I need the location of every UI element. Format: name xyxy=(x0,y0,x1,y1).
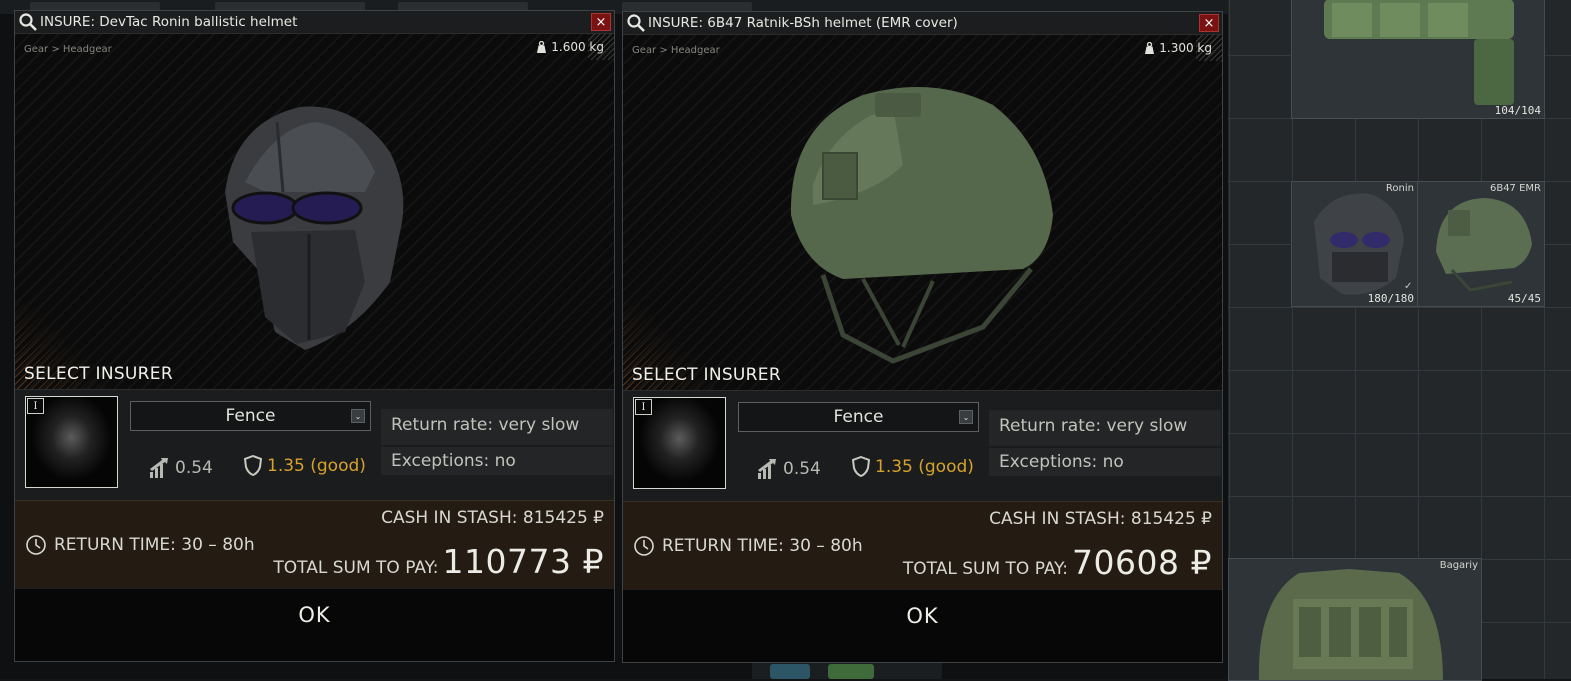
rig-image xyxy=(1324,0,1514,105)
shield-icon xyxy=(244,455,262,476)
insurer-dropdown[interactable]: Fence ⌄ xyxy=(738,402,979,432)
payment-panel: RETURN TIME: 30 – 80h CASH IN STASH: 815… xyxy=(623,501,1222,589)
stash-item-ronin[interactable]: Ronin ✓ 180/180 xyxy=(1291,181,1418,307)
close-icon: × xyxy=(1203,16,1215,31)
insurer-selected-value: Fence xyxy=(833,407,884,427)
insurer-panel: I Fence ⌄ 0.54 1.35 (good) Return rate: … xyxy=(623,390,1222,501)
window-titlebar[interactable]: INSURE: DevTac Ronin ballistic helmet × xyxy=(15,11,614,34)
item-weight: 1.600 kg xyxy=(536,40,604,54)
close-button[interactable]: × xyxy=(1199,14,1219,32)
breadcrumb: Gear > Headgear xyxy=(24,44,112,55)
ok-button[interactable]: OK xyxy=(623,589,1222,642)
chevron-down-icon: ⌄ xyxy=(959,410,973,424)
return-time-value: RETURN TIME: 30 – 80h xyxy=(662,536,863,556)
insure-window-ronin[interactable]: INSURE: DevTac Ronin ballistic helmet × … xyxy=(14,10,615,662)
ok-button[interactable]: OK xyxy=(15,588,614,641)
total-sum: TOTAL SUM TO PAY: 70608 ₽ xyxy=(903,543,1212,582)
stash-item-6b47[interactable]: 6B47 EMR 45/45 xyxy=(1417,181,1545,307)
payment-panel: RETURN TIME: 30 – 80h CASH IN STASH: 815… xyxy=(15,500,614,588)
item-thumbnail xyxy=(770,664,810,679)
insurer-standing: 1.35 (good) xyxy=(852,456,974,477)
ronin-helmet-image xyxy=(225,106,404,350)
return-time: RETURN TIME: 30 – 80h xyxy=(633,535,863,557)
insurer-portrait: I xyxy=(25,396,118,488)
insurer-panel: I Fence ⌄ 0.54 1.35 (good) Return rate: … xyxy=(15,389,614,500)
ronin-helmet-thumbnail xyxy=(1314,193,1404,295)
weight-icon xyxy=(1145,41,1155,54)
rating-icon xyxy=(758,459,776,479)
clock-icon xyxy=(26,535,46,555)
rating-value: 0.54 xyxy=(175,458,213,478)
insured-check-icon: ✓ xyxy=(1404,281,1413,292)
weight-icon xyxy=(537,40,547,53)
item-durability: 45/45 xyxy=(1507,292,1541,305)
stash-item-rig[interactable]: 104/104 xyxy=(1291,0,1545,119)
stash-grid[interactable]: 104/104 Ronin ✓ 180/180 6B47 EMR 45/45 B… xyxy=(1228,0,1571,681)
weight-value: 1.600 kg xyxy=(551,40,604,54)
item-weight: 1.300 kg xyxy=(1144,41,1212,55)
total-sum-amount: 70608 ₽ xyxy=(1072,543,1212,582)
return-rate: Return rate: very slow xyxy=(381,409,613,445)
clock-icon xyxy=(634,536,654,556)
search-icon xyxy=(627,14,645,32)
weight-value: 1.300 kg xyxy=(1159,41,1212,55)
item-short-name: Ronin xyxy=(1385,183,1414,194)
cash-in-stash: CASH IN STASH: 815425 ₽ xyxy=(381,508,604,528)
6b47-helmet-thumbnail xyxy=(1436,198,1532,292)
bagariy-armor-thumbnail xyxy=(1258,569,1443,680)
close-button[interactable]: × xyxy=(591,13,611,31)
insurer-portrait: I xyxy=(633,397,726,489)
insurer-rating: 0.54 xyxy=(756,458,821,480)
standing-value: 1.35 (good) xyxy=(875,456,974,477)
window-title: INSURE: 6B47 Ratnik-BSh helmet (EMR cove… xyxy=(648,15,958,31)
item-preview: Gear > Headgear 1.600 kg SELECT INSURER xyxy=(15,34,614,389)
stash-item-bagariy[interactable]: Bagariy xyxy=(1228,558,1482,681)
search-icon xyxy=(19,13,37,31)
bottom-item-thumbnails xyxy=(752,662,942,679)
rating-icon xyxy=(150,458,168,478)
insurer-rating: 0.54 xyxy=(148,457,213,479)
chevron-down-icon: ⌄ xyxy=(351,409,365,423)
select-insurer-heading: SELECT INSURER xyxy=(632,365,781,385)
select-insurer-heading: SELECT INSURER xyxy=(24,364,173,384)
item-durability: 104/104 xyxy=(1494,104,1541,117)
breadcrumb: Gear > Headgear xyxy=(632,45,720,56)
window-title: INSURE: DevTac Ronin ballistic helmet xyxy=(40,14,298,30)
item-short-name: 6B47 EMR xyxy=(1489,183,1541,194)
total-sum-label: TOTAL SUM TO PAY: xyxy=(273,558,439,578)
total-sum-amount: 110773 ₽ xyxy=(442,542,604,581)
standing-value: 1.35 (good) xyxy=(267,455,366,476)
trader-level-badge: I xyxy=(27,398,44,414)
shield-icon xyxy=(852,456,870,477)
item-thumbnail xyxy=(828,664,874,679)
return-rate: Return rate: very slow xyxy=(989,410,1221,446)
total-sum-label: TOTAL SUM TO PAY: xyxy=(902,559,1069,579)
window-titlebar[interactable]: INSURE: 6B47 Ratnik-BSh helmet (EMR cove… xyxy=(623,12,1222,35)
return-time: RETURN TIME: 30 – 80h xyxy=(25,534,255,556)
return-time-value: RETURN TIME: 30 – 80h xyxy=(54,535,255,555)
trader-level-badge: I xyxy=(635,399,652,415)
insurer-selected-value: Fence xyxy=(225,406,276,426)
rating-value: 0.54 xyxy=(783,459,821,479)
insurer-dropdown[interactable]: Fence ⌄ xyxy=(130,401,371,431)
item-durability: 180/180 xyxy=(1367,292,1414,305)
close-icon: × xyxy=(595,15,607,30)
total-sum: TOTAL SUM TO PAY: 110773 ₽ xyxy=(273,542,604,581)
insurer-standing: 1.35 (good) xyxy=(244,455,366,476)
exceptions: Exceptions: no xyxy=(989,448,1221,476)
6b47-helmet-image xyxy=(790,87,1053,364)
item-short-name: Bagariy xyxy=(1439,560,1478,571)
cash-in-stash: CASH IN STASH: 815425 ₽ xyxy=(989,509,1212,529)
insure-window-6b47[interactable]: INSURE: 6B47 Ratnik-BSh helmet (EMR cove… xyxy=(622,11,1223,663)
exceptions: Exceptions: no xyxy=(381,447,613,475)
item-preview: Gear > Headgear 1.300 kg SELECT INSURER xyxy=(623,35,1222,390)
